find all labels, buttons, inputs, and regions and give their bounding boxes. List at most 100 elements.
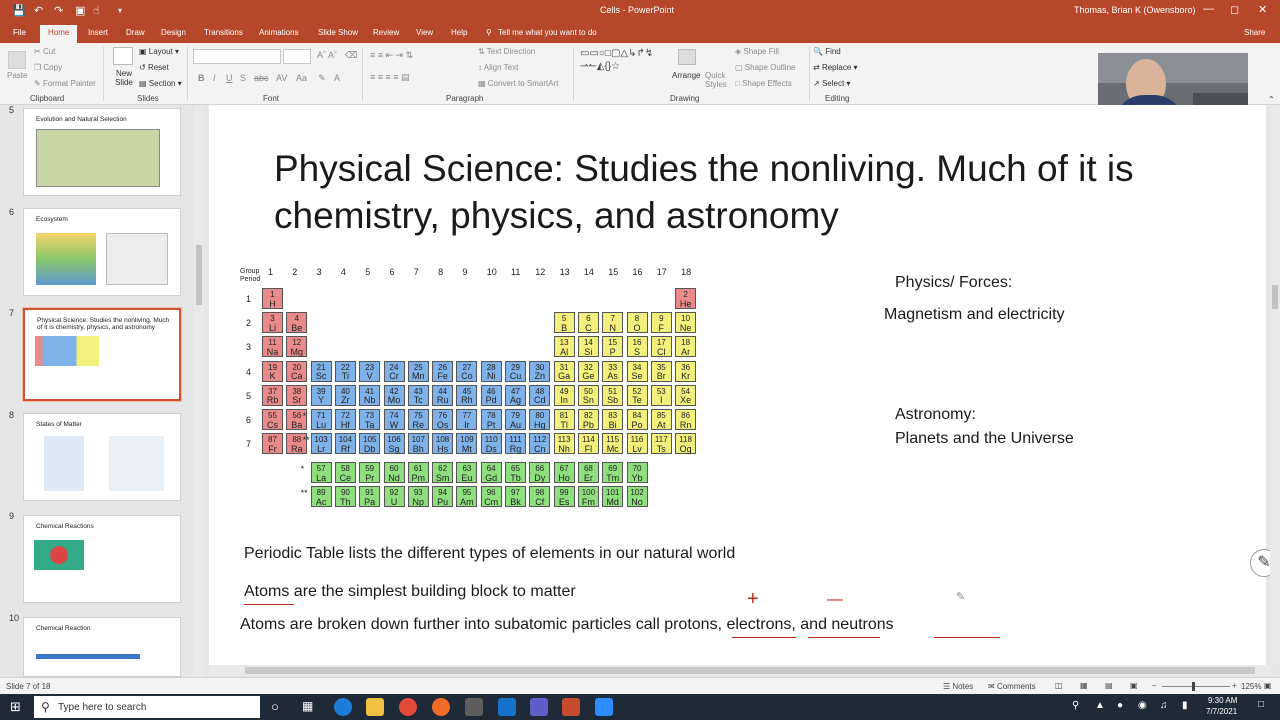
highlight-color-icon[interactable]: ✎ [318,73,326,84]
shapes-gallery[interactable]: ▭▭○□▢△↳↱↯ ⇀↼◭{}☆ [580,47,664,89]
tab-file[interactable]: File [13,28,26,37]
redo-icon[interactable]: ↷ [54,4,63,17]
edge-icon[interactable] [334,698,352,716]
tab-view[interactable]: View [416,28,433,37]
tab-insert[interactable]: Insert [88,28,108,37]
scroll-thumb[interactable] [245,667,1255,674]
astronomy-body[interactable]: Planets and the Universe [895,430,1074,448]
windows-start-icon[interactable]: ⊞ [10,699,21,715]
people-icon[interactable]: ⚲ [1072,700,1079,711]
tab-draw[interactable]: Draw [126,28,145,37]
new-slide-button[interactable]: New Slide [110,69,138,87]
format-painter-button[interactable]: ✎ Format Painter [34,79,96,88]
tab-help[interactable]: Help [451,28,467,37]
select-button[interactable]: ↗ Select ▾ [813,79,850,88]
slide-sorter-icon[interactable]: ▦ [1080,681,1088,690]
zoom-level[interactable]: 125% [1241,682,1261,691]
cut-button[interactable]: ✂ Cut [34,47,55,56]
file-explorer-icon[interactable] [366,698,384,716]
zoom-in-icon[interactable]: + [1232,681,1237,690]
microphone-icon[interactable]: ● [1117,700,1123,711]
tab-review[interactable]: Review [373,28,399,37]
reading-view-icon[interactable]: ▤ [1105,681,1113,690]
battery-icon[interactable]: ▮ [1182,700,1188,711]
arrange-button[interactable]: Arrange [672,71,700,80]
char-spacing-button[interactable]: AV [276,73,287,83]
notifications-icon[interactable]: □ [1258,699,1264,710]
new-slide-icon[interactable] [113,47,133,65]
slide-thumbnail-8[interactable]: States of Matter [23,413,181,501]
bold-button[interactable]: B [198,73,205,83]
clock-date[interactable]: 7/7/2021 [1206,707,1237,716]
shape-fill-button[interactable]: ◈ Shape Fill [735,47,779,56]
change-case-button[interactable]: Aa [296,73,307,83]
font-size-adjust-buttons[interactable]: Aˆ Aˇ [317,50,337,60]
collapse-ribbon-icon[interactable]: ⌃ [1268,95,1275,104]
task-view-icon[interactable]: ▦ [302,699,313,713]
periodic-table-line[interactable]: Periodic Table lists the different types… [244,545,735,563]
shape-effects-button[interactable]: □ Shape Effects [735,79,792,88]
network-icon[interactable]: ▲ [1095,700,1105,711]
zoom-app-icon[interactable] [595,698,613,716]
bullets-icon[interactable]: ≡ ≡ ⇤ ⇥ ⇅ [370,50,413,61]
scroll-thumb[interactable] [196,245,202,305]
notes-button[interactable]: ☰ Notes [943,682,973,691]
tab-slide-show[interactable]: Slide Show [318,28,358,37]
clear-formatting-icon[interactable]: ⌫ [345,50,358,61]
maximize-icon[interactable]: ◻ [1230,3,1239,16]
scroll-thumb[interactable] [1272,285,1278,309]
comments-button[interactable]: ✉ Comments [988,682,1036,691]
atoms-line[interactable]: Atoms are the simplest building block to… [244,583,576,601]
thumbnails-scrollbar[interactable] [194,105,204,677]
zoom-slider[interactable] [1162,686,1230,687]
physics-body[interactable]: Magnetism and electricity [884,306,1065,324]
store-icon[interactable] [465,698,483,716]
italic-button[interactable]: I [213,73,216,83]
section-button[interactable]: ▤ Section ▾ [139,79,182,88]
slide-vertical-scrollbar[interactable] [1270,105,1280,665]
astronomy-heading[interactable]: Astronomy: [895,406,976,424]
tab-transitions[interactable]: Transitions [204,28,243,37]
subatomic-line[interactable]: Atoms are broken down further into subat… [240,616,894,634]
slide-thumbnail-6[interactable]: Ecosystem [23,208,181,296]
wifi-icon[interactable]: ◉ [1138,700,1147,711]
shape-outline-button[interactable]: ▢ Shape Outline [735,63,795,72]
slide-thumbnail-9[interactable]: Chemical Reactions [23,515,181,603]
paste-icon[interactable] [8,51,26,69]
underline-button[interactable]: U [226,73,233,83]
find-button[interactable]: 🔍 Find [813,47,841,56]
slideshow-view-icon[interactable]: ▣ [1130,681,1138,690]
customize-toolbar-icon[interactable]: ▾ [118,6,122,15]
teams-icon[interactable] [530,698,548,716]
reset-button[interactable]: ↺ Reset [139,63,169,72]
fit-to-window-icon[interactable]: ▣ [1264,681,1272,690]
alignment-icons[interactable]: ≡ ≡ ≡ ≡ ▤ [370,72,410,83]
zoom-out-icon[interactable]: – [1152,681,1156,690]
normal-view-icon[interactable]: ◫ [1055,681,1063,690]
slide-thumbnail-10[interactable]: Chemical Reaction [23,617,181,677]
touch-mode-icon[interactable]: ☝ [93,4,100,17]
paste-button[interactable]: Paste [7,71,27,80]
slide-thumbnail-5[interactable]: Evolution and Natural Selection [23,108,181,196]
arrange-icon[interactable] [678,49,696,65]
tab-animations[interactable]: Animations [259,28,299,37]
strikethrough-button[interactable]: abc [254,73,269,83]
font-name-box[interactable] [193,49,281,64]
physics-heading[interactable]: Physics/ Forces: [895,274,1012,292]
zoom-slider-thumb[interactable] [1192,682,1195,691]
cortana-icon[interactable]: ○ [271,699,279,714]
taskbar-search-input[interactable]: ⚲ Type here to search [34,696,260,718]
quick-styles-button[interactable]: Quick Styles [705,71,730,89]
replace-button[interactable]: ⇄ Replace ▾ [813,63,858,72]
font-color-button[interactable]: A [334,73,340,83]
tab-home[interactable]: Home [40,25,78,43]
volume-icon[interactable]: ♫ [1160,700,1168,711]
slide-horizontal-scrollbar[interactable] [209,665,1270,676]
save-icon[interactable]: 💾 [12,4,26,17]
mail-icon[interactable] [498,698,516,716]
chrome-icon[interactable] [399,698,417,716]
minimize-icon[interactable]: — [1203,3,1214,15]
copy-button[interactable]: ❐ Copy [34,63,62,72]
text-direction-button[interactable]: ⇅ Text Direction [478,47,535,56]
close-icon[interactable]: ✕ [1258,3,1267,16]
